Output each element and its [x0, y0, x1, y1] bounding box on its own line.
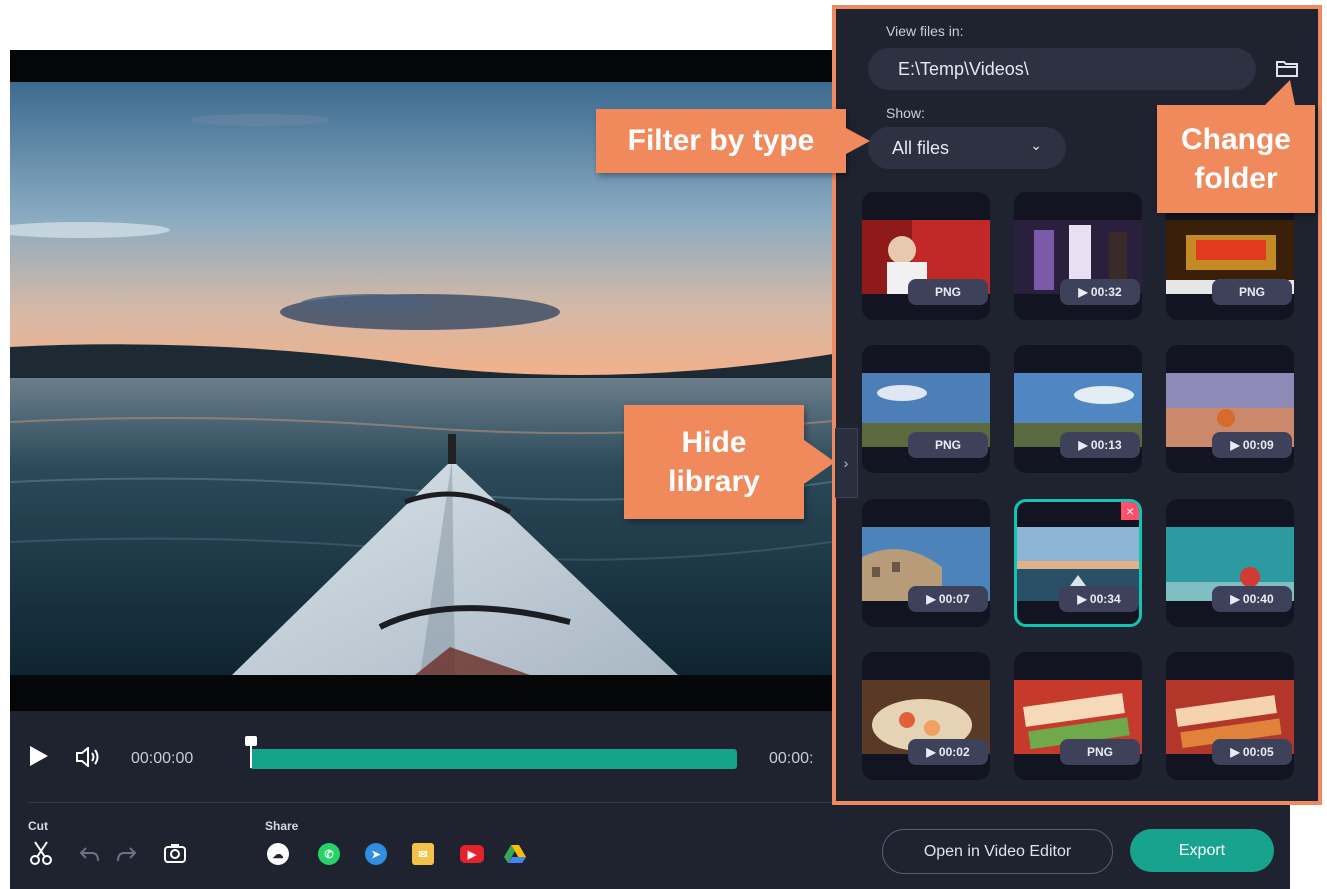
callout-pointers	[804, 80, 1295, 484]
